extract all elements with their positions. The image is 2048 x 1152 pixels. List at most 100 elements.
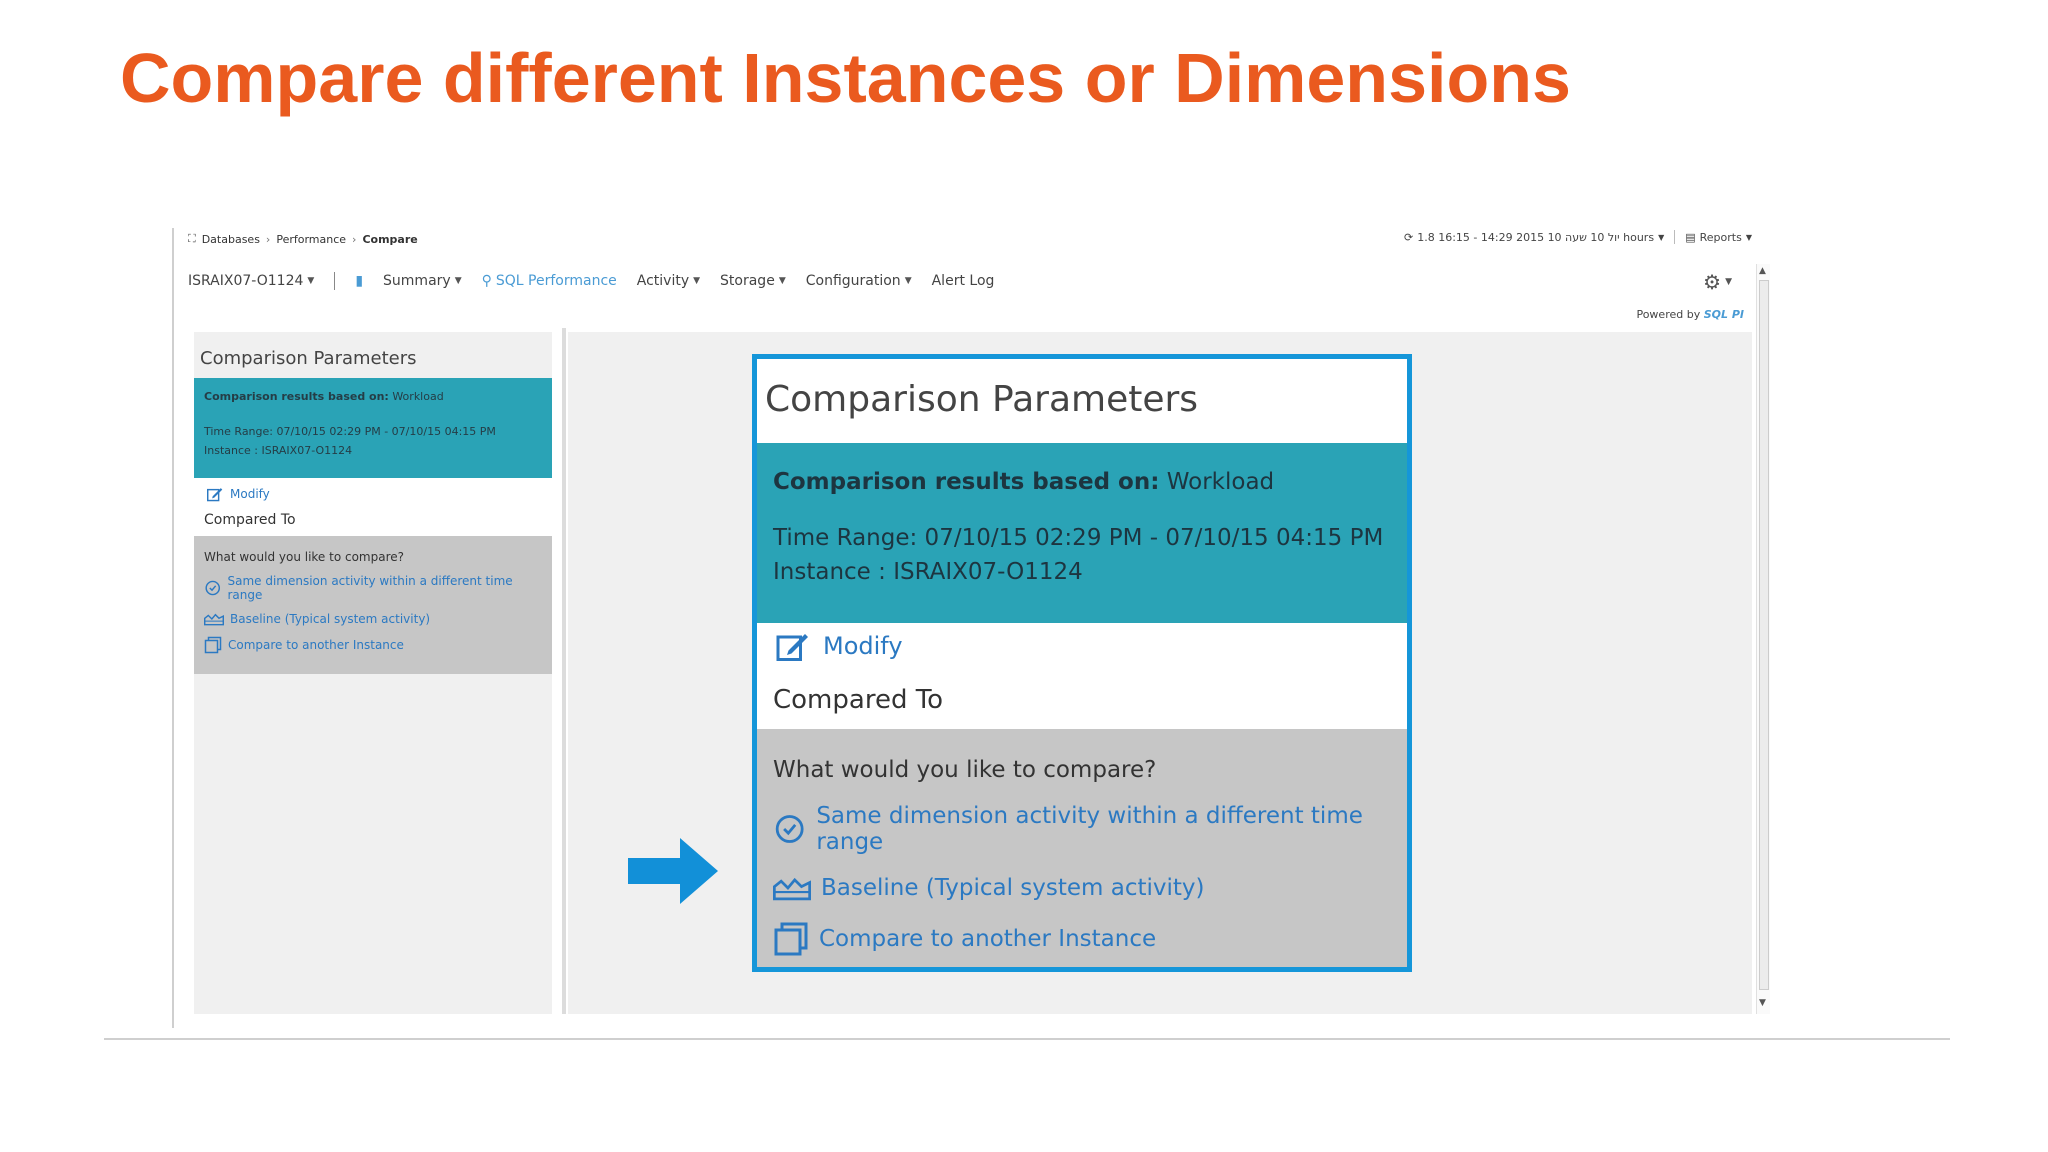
nav-activity-label: Activity: [636, 273, 690, 289]
instances-icon: [774, 922, 808, 956]
breadcrumb-databases[interactable]: Databases: [202, 233, 260, 246]
chevron-down-icon: ▼: [693, 276, 701, 286]
nav-summary-label: Summary: [383, 273, 451, 289]
divider: [334, 272, 336, 290]
report-icon: ▤: [1685, 230, 1696, 244]
zoom-option-another-instance-label: Compare to another Instance: [819, 926, 1157, 952]
instance-selector[interactable]: ISRAIX07-O1124 ▼: [188, 273, 314, 289]
zoom-instance-label: Instance : ISRAIX07-O1124: [773, 559, 1083, 585]
time-range: Time Range: 07/10/15 02:29 PM - 07/10/15…: [204, 425, 496, 438]
chevron-down-icon: ▼: [904, 276, 912, 286]
left-rule: [172, 228, 174, 1028]
baseline-chart-icon: [204, 613, 224, 626]
instance-name: ISRAIX07-O1124: [188, 273, 304, 289]
zoom-option-time-range[interactable]: Same dimension activity within a differe…: [773, 803, 1391, 855]
chevron-right-icon: ›: [352, 232, 357, 246]
comparison-summary: Comparison results based on: Workload Ti…: [194, 378, 552, 478]
nav-alert-log[interactable]: Alert Log: [932, 273, 995, 289]
time-range-selector[interactable]: ⟳ 1.8 16:15 - 14:29 2015 יול 10 שעה 10 h…: [1404, 231, 1664, 244]
database-tree-icon: ⛶: [188, 232, 196, 245]
slide-title: Compare different Instances or Dimension…: [120, 39, 1571, 117]
nav-sql-performance[interactable]: ⚲ SQL Performance: [482, 273, 617, 289]
zoom-based-on-label: Comparison results based on:: [773, 469, 1160, 495]
nav-summary[interactable]: Summary ▼: [383, 273, 462, 289]
zoom-time-range: Time Range: 07/10/15 02:29 PM - 07/10/15…: [773, 525, 1384, 551]
zoomed-comparison-panel: Comparison Parameters Comparison results…: [752, 354, 1412, 972]
option-baseline-label: Baseline (Typical system activity): [230, 612, 431, 626]
compare-options: What would you like to compare? Same dim…: [194, 536, 552, 674]
clock-refresh-icon: [205, 580, 221, 596]
powered-label: Powered by: [1636, 308, 1701, 321]
breadcrumb-compare: Compare: [362, 232, 418, 246]
compared-to-label: Compared To: [204, 512, 296, 528]
scroll-up-icon[interactable]: ▲: [1759, 266, 1766, 276]
nav-storage[interactable]: Storage ▼: [720, 273, 786, 289]
modify-link[interactable]: Modify: [206, 486, 270, 502]
zoom-option-time-range-label: Same dimension activity within a differe…: [816, 803, 1363, 855]
left-pane: Comparison Parameters Comparison results…: [194, 332, 552, 1014]
time-range-bar: ⟳ 1.8 16:15 - 14:29 2015 יול 10 שעה 10 h…: [1404, 230, 1752, 244]
option-baseline[interactable]: Baseline (Typical system activity): [204, 612, 542, 626]
breadcrumb: ⛶ Databases › Performance › Compare: [188, 232, 418, 246]
edit-icon: [207, 488, 223, 502]
nav-configuration-label: Configuration: [805, 273, 901, 289]
instance-label: Instance : ISRAIX07-O1124: [204, 444, 353, 457]
nav-sql-performance-label: SQL Performance: [495, 273, 617, 289]
zoom-modify-label: Modify: [823, 632, 903, 660]
zoom-compared-section: Modify Compared To: [757, 623, 1407, 729]
chevron-down-icon: ▼: [454, 276, 462, 286]
nav-alert-log-label: Alert Log: [931, 273, 995, 289]
zoom-comparison-summary: Comparison results based on: Workload Ti…: [757, 443, 1407, 623]
nav-configuration[interactable]: Configuration ▼: [806, 273, 912, 289]
chevron-down-icon: ▼: [1745, 232, 1752, 242]
search-icon: ⚲: [481, 273, 492, 289]
modify-label: Modify: [230, 487, 270, 501]
powered-brand: SQL PI: [1703, 308, 1744, 321]
reports-menu[interactable]: ▤ Reports ▼: [1685, 231, 1752, 244]
zoom-option-baseline-label: Baseline (Typical system activity): [821, 875, 1205, 901]
zoom-modify-link[interactable]: Modify: [775, 629, 903, 663]
reports-label: Reports: [1699, 230, 1742, 244]
settings-menu[interactable]: ⚙ ▼: [1703, 270, 1732, 294]
pane-splitter[interactable]: [562, 328, 566, 1014]
option-time-range[interactable]: Same dimension activity within a differe…: [204, 574, 542, 602]
zoom-compare-question: What would you like to compare?: [773, 757, 1157, 783]
zoom-based-on-value: Workload: [1166, 469, 1275, 495]
chevron-right-icon: ›: [265, 232, 271, 246]
nav-activity[interactable]: Activity ▼: [637, 273, 700, 289]
based-on-value: Workload: [392, 390, 444, 403]
scroll-down-icon[interactable]: ▼: [1759, 998, 1766, 1008]
zoom-compare-options: What would you like to compare? Same dim…: [757, 729, 1407, 967]
divider: [1674, 230, 1676, 244]
breadcrumb-performance[interactable]: Performance: [276, 233, 346, 246]
zoom-panel-title: Comparison Parameters: [765, 379, 1199, 420]
edit-icon: [776, 634, 808, 661]
arrow-right-icon: [628, 838, 718, 904]
compare-question: What would you like to compare?: [204, 550, 405, 564]
powered-by: Powered by SQL PI: [1636, 308, 1744, 321]
compared-section: Modify Compared To: [194, 478, 552, 536]
option-another-instance[interactable]: Compare to another Instance: [204, 636, 542, 654]
zoom-compared-to-label: Compared To: [773, 685, 944, 715]
nav-storage-label: Storage: [720, 273, 775, 289]
zoom-option-baseline[interactable]: Baseline (Typical system activity): [773, 875, 1391, 901]
bottom-rule: [104, 1038, 1950, 1040]
option-time-range-label: Same dimension activity within a differe…: [227, 574, 513, 602]
instances-icon: [204, 636, 222, 654]
top-nav: ISRAIX07-O1124 ▼ ▮ Summary ▼ ⚲ SQL Perfo…: [188, 272, 994, 290]
clock-refresh-icon: [775, 815, 804, 843]
chevron-down-icon: ▼: [1658, 232, 1665, 242]
scrollbar-thumb[interactable]: [1759, 280, 1769, 990]
option-another-instance-label: Compare to another Instance: [228, 638, 404, 652]
panel-title: Comparison Parameters: [200, 348, 417, 369]
chevron-down-icon: ▼: [778, 276, 786, 286]
slide: Compare different Instances or Dimension…: [0, 0, 2048, 1152]
database-icon[interactable]: ▮: [355, 273, 363, 289]
zoom-option-another-instance[interactable]: Compare to another Instance: [773, 921, 1391, 957]
baseline-chart-icon: [773, 877, 811, 901]
gear-icon: ⚙: [1703, 270, 1722, 294]
chevron-down-icon: ▼: [1725, 277, 1732, 287]
based-on-label: Comparison results based on:: [204, 390, 389, 403]
time-range-text: 1.8 16:15 - 14:29 2015 יול 10 שעה 10 hou…: [1417, 230, 1655, 244]
history-icon: ⟳: [1404, 230, 1414, 244]
